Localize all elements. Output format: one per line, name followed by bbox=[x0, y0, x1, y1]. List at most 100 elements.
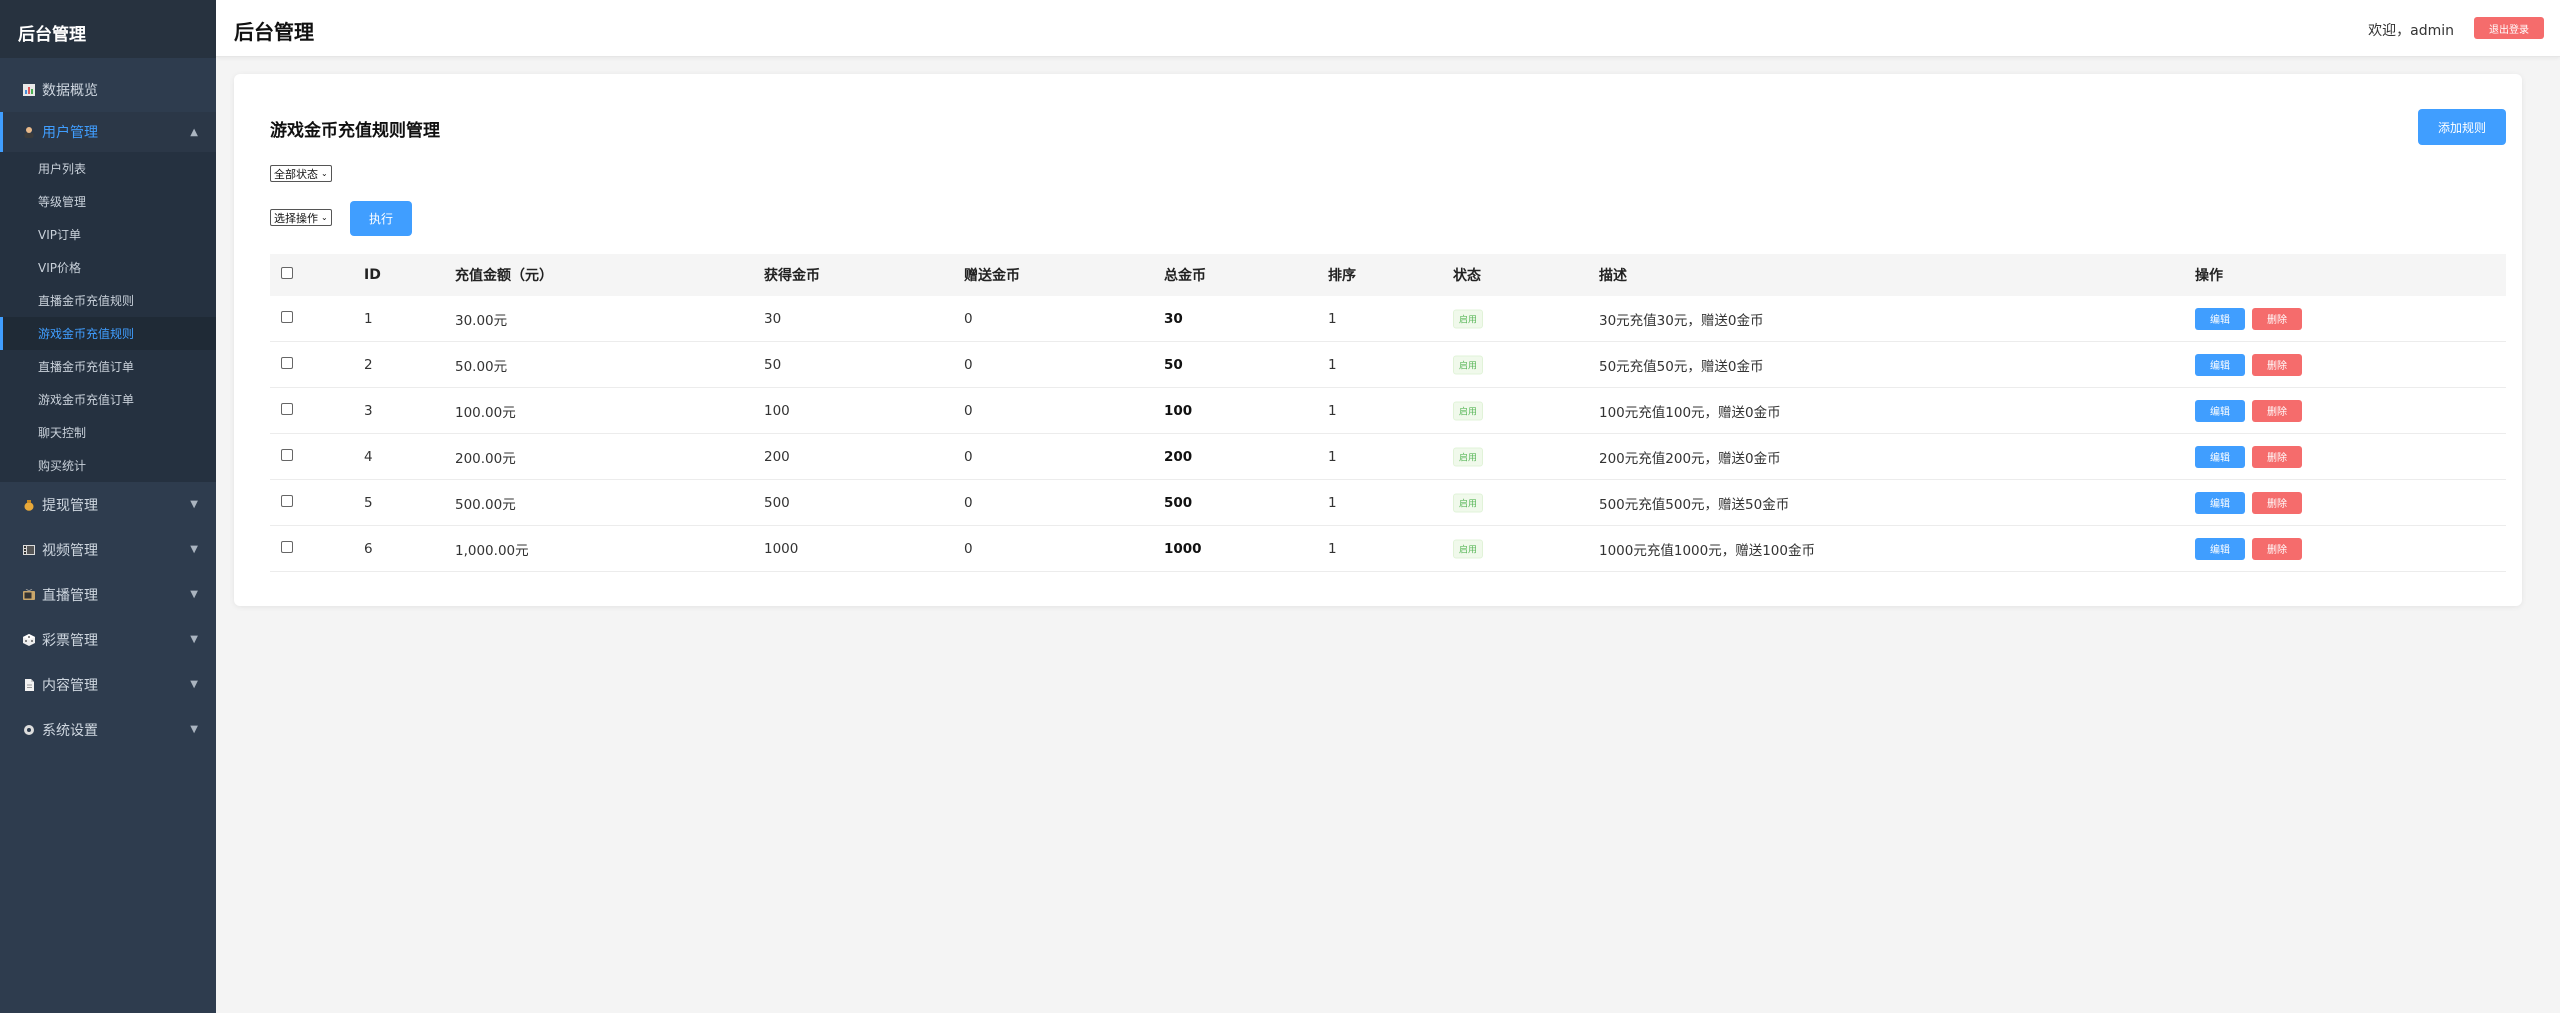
user-icon bbox=[22, 125, 36, 139]
header-id: ID bbox=[364, 267, 381, 283]
sidebar-subitem-live-coin-orders[interactable]: 直播金币充值订单 bbox=[0, 350, 216, 383]
sidebar-item-users[interactable]: 用户管理 ▲ bbox=[0, 112, 216, 152]
header-sort: 排序 bbox=[1328, 268, 1356, 284]
sidebar-subitem-vip-price[interactable]: VIP价格 bbox=[0, 251, 216, 284]
status-badge: 启用 bbox=[1453, 355, 1484, 374]
edit-button[interactable]: 编辑 bbox=[2195, 537, 2245, 560]
welcome-text: 欢迎，admin bbox=[2368, 23, 2454, 39]
sidebar-item-label: 直播管理 bbox=[42, 587, 98, 604]
table-header: ID 充值金额（元） 获得金币 赠送金币 总金币 排序 状态 描述 操作 bbox=[270, 254, 2506, 296]
sidebar-item-label: 彩票管理 bbox=[42, 632, 98, 649]
edit-button[interactable]: 编辑 bbox=[2195, 445, 2245, 468]
cell-amount: 50.00元 bbox=[455, 358, 508, 375]
row-checkbox[interactable] bbox=[281, 356, 293, 373]
delete-button[interactable]: 删除 bbox=[2252, 491, 2302, 514]
row-checkbox[interactable] bbox=[281, 494, 293, 511]
dice-icon bbox=[22, 633, 36, 647]
delete-button[interactable]: 删除 bbox=[2252, 537, 2302, 560]
header-description: 描述 bbox=[1599, 268, 1627, 284]
chevron-up-icon: ▲ bbox=[190, 126, 198, 138]
cell-sort: 1 bbox=[1328, 356, 1337, 373]
delete-button[interactable]: 删除 bbox=[2252, 445, 2302, 468]
delete-button[interactable]: 删除 bbox=[2252, 353, 2302, 376]
sidebar-subitem-chat-control[interactable]: 聊天控制 bbox=[0, 416, 216, 449]
cell-amount: 200.00元 bbox=[455, 450, 516, 467]
cell-bonus: 0 bbox=[964, 310, 973, 327]
cell-coins: 500 bbox=[764, 494, 790, 511]
sidebar-subitem-level[interactable]: 等级管理 bbox=[0, 185, 216, 218]
sidebar-subitem-vip-orders[interactable]: VIP订单 bbox=[0, 218, 216, 251]
delete-button[interactable]: 删除 bbox=[2252, 399, 2302, 422]
status-badge: 启用 bbox=[1453, 309, 1484, 328]
sidebar-item-label: 系统设置 bbox=[42, 722, 98, 739]
table-row: 4 200.00元 200 0 200 1 启用 200元充值200元，赠送0金… bbox=[270, 434, 2506, 480]
edit-button[interactable]: 编辑 bbox=[2195, 491, 2245, 514]
cell-coins: 100 bbox=[764, 402, 790, 419]
select-all-checkbox[interactable] bbox=[281, 267, 293, 283]
gear-icon bbox=[22, 723, 36, 737]
sidebar-item-withdraw[interactable]: 提现管理 ▼ bbox=[0, 482, 216, 527]
sidebar: 后台管理 数据概览 用户管理 ▲ 用户列表 等级管理 VIP订单 VIP价格 直… bbox=[0, 0, 216, 1013]
row-checkbox[interactable] bbox=[281, 540, 293, 557]
header-actions: 操作 bbox=[2195, 268, 2223, 284]
cell-id: 6 bbox=[364, 540, 373, 557]
cell-total: 100 bbox=[1164, 402, 1193, 419]
status-badge: 启用 bbox=[1453, 493, 1484, 512]
header-coins: 获得金币 bbox=[764, 268, 820, 284]
cell-coins: 200 bbox=[764, 448, 790, 465]
row-checkbox[interactable] bbox=[281, 310, 293, 327]
add-rule-button[interactable]: 添加规则 bbox=[2418, 109, 2506, 145]
row-checkbox[interactable] bbox=[281, 402, 293, 419]
sidebar-subitem-purchase-stats[interactable]: 购买统计 bbox=[0, 449, 216, 482]
edit-button[interactable]: 编辑 bbox=[2195, 307, 2245, 330]
table-row: 2 50.00元 50 0 50 1 启用 50元充值50元，赠送0金币 编辑 … bbox=[270, 342, 2506, 388]
sidebar-brand: 后台管理 bbox=[0, 0, 216, 58]
cell-sort: 1 bbox=[1328, 540, 1337, 557]
status-badge: 启用 bbox=[1453, 539, 1484, 558]
cell-id: 3 bbox=[364, 402, 373, 419]
cell-id: 1 bbox=[364, 310, 373, 327]
table-row: 3 100.00元 100 0 100 1 启用 100元充值100元，赠送0金… bbox=[270, 388, 2506, 434]
sidebar-subitem-game-coin-rules[interactable]: 游戏金币充值规则 bbox=[0, 317, 216, 350]
sidebar-item-video[interactable]: 视频管理 ▼ bbox=[0, 527, 216, 572]
sidebar-item-settings[interactable]: 系统设置 ▼ bbox=[0, 707, 216, 752]
cell-total: 500 bbox=[1164, 494, 1193, 511]
sidebar-item-lottery[interactable]: 彩票管理 ▼ bbox=[0, 617, 216, 662]
sidebar-subitem-user-list[interactable]: 用户列表 bbox=[0, 152, 216, 185]
delete-button[interactable]: 删除 bbox=[2252, 307, 2302, 330]
cell-sort: 1 bbox=[1328, 494, 1337, 511]
status-filter-value: 全部状态 bbox=[274, 167, 318, 181]
chevron-down-icon: ▼ bbox=[190, 589, 198, 600]
cell-description: 1000元充值1000元，赠送100金币 bbox=[1599, 542, 1815, 559]
cell-id: 2 bbox=[364, 356, 373, 373]
cell-coins: 30 bbox=[764, 310, 782, 327]
document-icon bbox=[22, 678, 36, 692]
sidebar-subitem-game-coin-orders[interactable]: 游戏金币充值订单 bbox=[0, 383, 216, 416]
cell-total: 30 bbox=[1164, 310, 1183, 327]
status-filter-select[interactable]: 全部状态 ⌄ bbox=[270, 165, 332, 182]
sidebar-item-dashboard[interactable]: 数据概览 bbox=[0, 67, 216, 112]
money-bag-icon bbox=[22, 498, 36, 512]
cell-amount: 30.00元 bbox=[455, 312, 508, 329]
execute-button[interactable]: 执行 bbox=[350, 201, 412, 236]
sidebar-subitem-live-coin-rules[interactable]: 直播金币充值规则 bbox=[0, 284, 216, 317]
chevron-down-icon: ⌄ bbox=[321, 169, 328, 178]
cell-coins: 50 bbox=[764, 356, 782, 373]
logout-button[interactable]: 退出登录 bbox=[2474, 17, 2544, 39]
cell-description: 500元充值500元，赠送50金币 bbox=[1599, 496, 1790, 513]
sidebar-item-content[interactable]: 内容管理 ▼ bbox=[0, 662, 216, 707]
row-checkbox[interactable] bbox=[281, 448, 293, 465]
sidebar-item-live[interactable]: 直播管理 ▼ bbox=[0, 572, 216, 617]
rules-table: ID 充值金额（元） 获得金币 赠送金币 总金币 排序 状态 描述 操作 1 3… bbox=[270, 254, 2506, 572]
cell-sort: 1 bbox=[1328, 310, 1337, 327]
cell-total: 1000 bbox=[1164, 540, 1202, 557]
sidebar-item-label: 数据概览 bbox=[42, 82, 98, 99]
chevron-down-icon: ⌄ bbox=[321, 213, 328, 222]
edit-button[interactable]: 编辑 bbox=[2195, 353, 2245, 376]
edit-button[interactable]: 编辑 bbox=[2195, 399, 2245, 422]
cell-id: 4 bbox=[364, 448, 373, 465]
bulk-action-select[interactable]: 选择操作 ⌄ bbox=[270, 209, 332, 226]
cell-bonus: 0 bbox=[964, 356, 973, 373]
bulk-action-value: 选择操作 bbox=[274, 211, 318, 225]
cell-amount: 100.00元 bbox=[455, 404, 516, 421]
